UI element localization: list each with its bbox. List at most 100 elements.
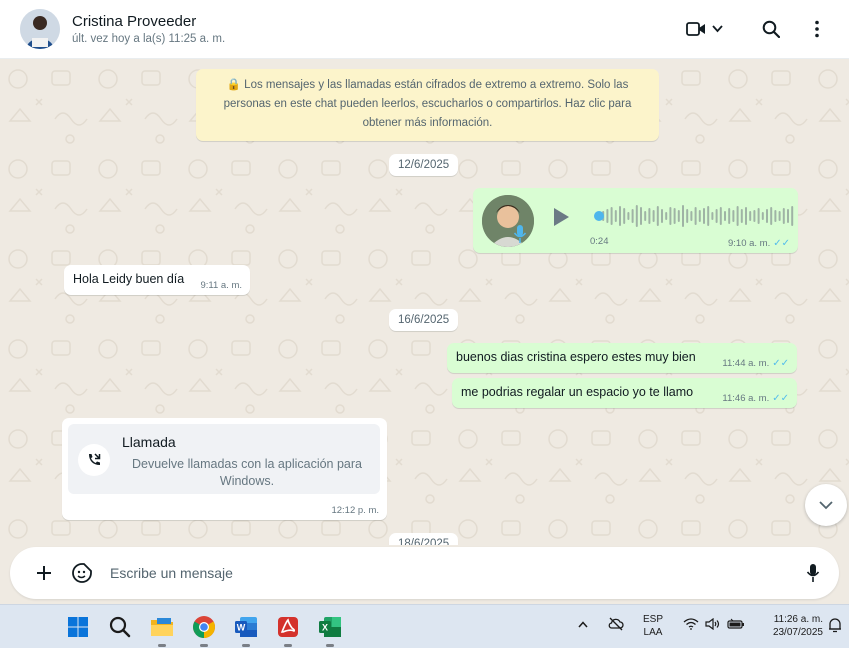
message-meta: 9:11 a. m. [200,280,242,291]
video-call-button[interactable] [679,11,729,47]
microphone-icon [806,564,820,582]
call-message[interactable]: Llamada Devuelve llamadas con la aplicac… [62,418,387,520]
message-text: buenos dias cristina espero estes muy bi… [456,350,696,364]
message-time: 12:12 p. m. [331,505,379,516]
outgoing-message: buenos dias cristina espero estes muy bi… [447,343,797,373]
clock-date: 23/07/2025 [772,627,823,638]
scroll-to-bottom-button[interactable] [805,484,847,526]
contact-name: Cristina Proveeder [72,12,197,30]
waveform-bar [778,211,781,221]
waveform-bar [761,212,764,220]
waveform-bar [749,211,752,221]
call-card[interactable]: Llamada Devuelve llamadas con la aplicac… [68,424,380,494]
voice-record-button[interactable] [799,559,827,587]
voice-note-message: 0:24 9:10 a. m. ✓✓ [473,188,798,253]
waveform-bar [774,210,777,222]
waveform-bar [631,209,634,223]
read-receipt-icon: ✓✓ [772,393,789,404]
attach-button[interactable] [30,559,58,587]
waveform-bar [623,208,626,224]
contact-info[interactable]: Cristina Proveeder últ. vez hoy a la(s) … [72,12,679,47]
sync-paused-icon[interactable] [608,617,624,635]
voice-waveform[interactable] [590,204,795,228]
waveform-bar [724,211,726,221]
message-meta: 11:44 a. m. ✓✓ [722,358,789,369]
read-receipt-icon: ✓✓ [773,238,790,249]
message-input[interactable] [110,565,799,581]
waveform-bar [732,210,735,222]
running-indicator [326,644,334,647]
play-icon[interactable] [551,206,571,228]
menu-icon [815,20,819,38]
last-seen-status: últ. vez hoy a la(s) 11:25 a. m. [72,32,226,45]
waveform-bar [728,208,731,224]
waveform-bar [707,206,710,226]
date-separator: 16/6/2025 [389,309,459,331]
show-hidden-icons-button[interactable] [578,619,588,632]
svg-text:X: X [322,623,328,633]
date-separator: 12/6/2025 [389,154,459,176]
notification-center-button[interactable] [828,617,842,637]
waveform-bar [686,209,689,223]
waveform-bar [782,208,785,224]
file-explorer-icon[interactable] [148,613,176,647]
waveform-bar [787,209,789,223]
word-icon[interactable]: W [232,613,260,647]
excel-icon[interactable]: X [316,613,344,647]
input-language[interactable]: ESP LAA [640,613,666,639]
acrobat-icon[interactable] [274,613,302,647]
waveform-bar [644,211,647,221]
contact-avatar[interactable] [20,9,60,49]
svg-text:W: W [237,623,246,633]
wifi-icon [683,618,699,630]
chevron-down-icon [711,25,723,33]
message-text: me podrias regalar un espacio yo te llam… [461,385,694,399]
message-meta: 12:12 p. m. [331,505,379,516]
chevron-down-icon [819,500,833,509]
message-meta: 11:46 a. m. ✓✓ [722,393,789,404]
network-volume-battery[interactable] [683,618,745,630]
waveform-bar [606,209,609,223]
incoming-message: Hola Leidy buen día 9:11 a. m. [64,265,250,295]
message-meta: 9:10 a. m. ✓✓ [728,238,790,249]
running-indicator [200,644,208,647]
waveform-bar [677,210,680,222]
waveform-bar [690,211,693,221]
volume-icon [705,618,720,630]
sticker-button[interactable] [68,559,96,587]
battery-icon [727,618,744,629]
chat-area[interactable]: 🔒 Los mensajes y las llamadas están cifr… [0,59,849,545]
playback-progress-dot[interactable] [594,211,604,221]
waveform-bar [711,212,714,220]
search-icon[interactable] [106,613,134,641]
waveform-bar [652,210,655,222]
waveform-bar [694,207,697,225]
voice-duration: 0:24 [590,236,609,247]
search-button[interactable] [751,11,791,47]
waveform-bar [673,208,676,224]
windows-taskbar: W X ESP LAA 11:26 a. m. 23/07/2025 [0,604,849,648]
plus-icon [37,566,51,580]
waveform-bar [614,210,617,222]
call-title: Llamada [122,434,176,450]
outgoing-message: me podrias regalar un espacio yo te llam… [452,378,797,408]
waveform-bar [661,209,663,223]
windows-start-icon[interactable] [64,613,92,641]
waveform-bar [757,208,760,224]
waveform-bar [610,207,613,225]
waveform-bar [619,206,621,226]
running-indicator [158,644,166,647]
chrome-icon[interactable] [190,613,218,647]
message-composer [0,545,849,604]
call-description: Devuelve llamadas con la aplicación para… [132,457,362,488]
missed-call-icon [78,444,110,476]
encryption-notice[interactable]: 🔒 Los mensajes y las llamadas están cifr… [196,69,659,141]
sticker-icon [72,563,92,583]
date-separator: 18/6/2025 [389,533,459,545]
clock[interactable]: 11:26 a. m. 23/07/2025 [757,613,823,639]
chevron-up-icon [578,621,588,628]
video-call-icon [685,22,705,36]
waveform-bar [715,209,718,223]
menu-button[interactable] [801,11,833,47]
notification-icon [829,618,841,633]
